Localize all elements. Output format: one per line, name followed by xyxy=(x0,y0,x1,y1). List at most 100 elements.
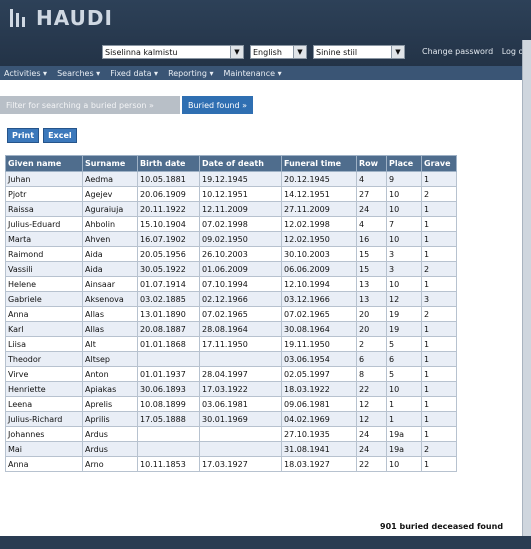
table-row[interactable]: Henriette Apiakas 30.06.1893 17.03.1922 18.0… xyxy=(5,381,457,397)
cell-date-of-death: 10.12.1951 xyxy=(199,186,282,202)
cell-surname: Ardus xyxy=(82,441,138,457)
logo-text: HAUDI xyxy=(36,6,113,30)
table-header-row: Given name Surname Birth date Date of de… xyxy=(5,155,457,172)
cell-row: 4 xyxy=(356,171,387,187)
col-funeral-time[interactable]: Funeral time xyxy=(281,155,357,172)
table-row[interactable]: Marta Ahven 16.07.1902 09.02.1950 12.02.1950… xyxy=(5,231,457,247)
cell-grave: 3 xyxy=(421,291,457,307)
table-row[interactable]: Helene Ainsaar 01.07.1914 07.10.1994 12.10.1… xyxy=(5,276,457,292)
col-grave[interactable]: Grave xyxy=(421,155,457,172)
cell-row: 4 xyxy=(356,216,387,232)
cell-date-of-death: 07.10.1994 xyxy=(199,276,282,292)
cell-row: 15 xyxy=(356,246,387,262)
table-row[interactable]: Raissa Aguraiuja 20.11.1922 12.11.2009 27.11… xyxy=(5,201,457,217)
print-button[interactable]: Print xyxy=(7,128,40,143)
cell-birth-date xyxy=(137,426,200,442)
scrollbar[interactable] xyxy=(522,40,531,536)
result-count: 901 buried deceased found xyxy=(380,522,504,531)
cell-date-of-death: 09.02.1950 xyxy=(199,231,282,247)
table-row[interactable]: Mai Ardus 31.08.1941 24 19a 2 xyxy=(5,441,457,457)
nav-searches[interactable]: Searches ▾ xyxy=(57,69,100,78)
cemetery-select-value: Siselinna kalmistu xyxy=(105,47,178,57)
cell-row: 24 xyxy=(356,426,387,442)
table-row[interactable]: Julius-Richard Aprilis 17.05.1888 30.01.196… xyxy=(5,411,457,427)
cell-funeral-time: 02.05.1997 xyxy=(281,366,357,382)
cell-date-of-death: 02.12.1966 xyxy=(199,291,282,307)
cell-row: 24 xyxy=(356,441,387,457)
table-row[interactable]: Anna Arno 10.11.1853 17.03.1927 18.03.1927 22… xyxy=(5,456,457,472)
change-password-link[interactable]: Change password xyxy=(422,47,493,56)
col-given-name[interactable]: Given name xyxy=(5,155,83,172)
col-row[interactable]: Row xyxy=(356,155,387,172)
excel-button[interactable]: Excel xyxy=(43,128,77,143)
nav-reporting[interactable]: Reporting ▾ xyxy=(168,69,213,78)
cell-row: 2 xyxy=(356,336,387,352)
app-window: HAUDI Siselinna kalmistu ▼ English ▼ Sin… xyxy=(0,0,531,549)
table-row[interactable]: Gabriele Aksenova 03.02.1885 02.12.1966 03.1… xyxy=(5,291,457,307)
col-birth-date[interactable]: Birth date xyxy=(137,155,200,172)
cell-date-of-death: 07.02.1998 xyxy=(199,216,282,232)
cell-grave: 1 xyxy=(421,366,457,382)
col-place[interactable]: Place xyxy=(386,155,422,172)
cell-given-name: Pjotr xyxy=(5,186,83,202)
table-row[interactable]: Vassili Aida 30.05.1922 01.06.2009 06.06.200… xyxy=(5,261,457,277)
language-select[interactable]: English ▼ xyxy=(250,45,307,59)
table-row[interactable]: Theodor Altsep 03.06.1954 6 6 1 xyxy=(5,351,457,367)
cell-date-of-death xyxy=(199,426,282,442)
cell-surname: Arno xyxy=(82,456,138,472)
col-surname[interactable]: Surname xyxy=(82,155,138,172)
chevron-down-icon[interactable]: ▼ xyxy=(391,46,404,58)
cell-grave: 1 xyxy=(421,351,457,367)
cell-surname: Aprilis xyxy=(82,411,138,427)
breadcrumb-search-filter[interactable]: Filter for searching a buried person » xyxy=(0,96,180,114)
style-select[interactable]: Sinine stiil ▼ xyxy=(313,45,405,59)
table-row[interactable]: Liisa Alt 01.01.1868 17.11.1950 19.11.1950 2 5… xyxy=(5,336,457,352)
chevron-down-icon[interactable]: ▼ xyxy=(230,46,243,58)
table-row[interactable]: Julius-Eduard Ahbolin 15.10.1904 07.02.1998… xyxy=(5,216,457,232)
cell-given-name: Henriette xyxy=(5,381,83,397)
cell-surname: Altsep xyxy=(82,351,138,367)
cell-funeral-time: 19.11.1950 xyxy=(281,336,357,352)
chevron-down-icon[interactable]: ▼ xyxy=(293,46,306,58)
cell-place: 1 xyxy=(386,411,422,427)
cell-given-name: Johannes xyxy=(5,426,83,442)
cell-given-name: Theodor xyxy=(5,351,83,367)
table-row[interactable]: Virve Anton 01.01.1937 28.04.1997 02.05.1997… xyxy=(5,366,457,382)
cell-given-name: Julius-Richard xyxy=(5,411,83,427)
table-row[interactable]: Leena Aprelis 10.08.1899 03.06.1981 09.06.19… xyxy=(5,396,457,412)
cell-place: 10 xyxy=(386,186,422,202)
cell-given-name: Julius-Eduard xyxy=(5,216,83,232)
cell-row: 22 xyxy=(356,456,387,472)
cell-grave: 1 xyxy=(421,171,457,187)
cell-surname: Ardus xyxy=(82,426,138,442)
table-row[interactable]: Pjotr Agejev 20.06.1909 10.12.1951 14.12.195… xyxy=(5,186,457,202)
col-date-of-death[interactable]: Date of death xyxy=(199,155,282,172)
cell-grave: 1 xyxy=(421,231,457,247)
cell-row: 22 xyxy=(356,381,387,397)
cell-date-of-death: 28.08.1964 xyxy=(199,321,282,337)
cell-place: 10 xyxy=(386,381,422,397)
cell-birth-date: 01.07.1914 xyxy=(137,276,200,292)
table-row[interactable]: Johannes Ardus 27.10.1935 24 19a 1 xyxy=(5,426,457,442)
nav-fixed-data[interactable]: Fixed data ▾ xyxy=(110,69,158,78)
table-row[interactable]: Karl Allas 20.08.1887 28.08.1964 30.08.1964 2… xyxy=(5,321,457,337)
cell-surname: Aedma xyxy=(82,171,138,187)
toolbar: Print Excel xyxy=(7,128,77,143)
table-row[interactable]: Anna Allas 13.01.1890 07.02.1965 07.02.1965 2… xyxy=(5,306,457,322)
breadcrumb-buried-found[interactable]: Buried found » xyxy=(182,96,253,114)
cell-grave: 1 xyxy=(421,321,457,337)
table-row[interactable]: Raimond Aida 20.05.1956 26.10.2003 30.10.200… xyxy=(5,246,457,262)
cell-date-of-death: 03.06.1981 xyxy=(199,396,282,412)
cell-funeral-time: 03.12.1966 xyxy=(281,291,357,307)
cell-given-name: Leena xyxy=(5,396,83,412)
nav-maintenance[interactable]: Maintenance ▾ xyxy=(224,69,282,78)
logo[interactable]: HAUDI xyxy=(8,6,113,30)
cell-date-of-death: 07.02.1965 xyxy=(199,306,282,322)
cell-birth-date: 01.01.1868 xyxy=(137,336,200,352)
table-row[interactable]: Juhan Aedma 10.05.1881 19.12.1945 20.12.1945… xyxy=(5,171,457,187)
cell-funeral-time: 18.03.1927 xyxy=(281,456,357,472)
nav-activities[interactable]: Activities ▾ xyxy=(4,69,47,78)
cell-place: 3 xyxy=(386,261,422,277)
table-body: Juhan Aedma 10.05.1881 19.12.1945 20.12.1945… xyxy=(5,171,457,472)
cemetery-select[interactable]: Siselinna kalmistu ▼ xyxy=(102,45,244,59)
